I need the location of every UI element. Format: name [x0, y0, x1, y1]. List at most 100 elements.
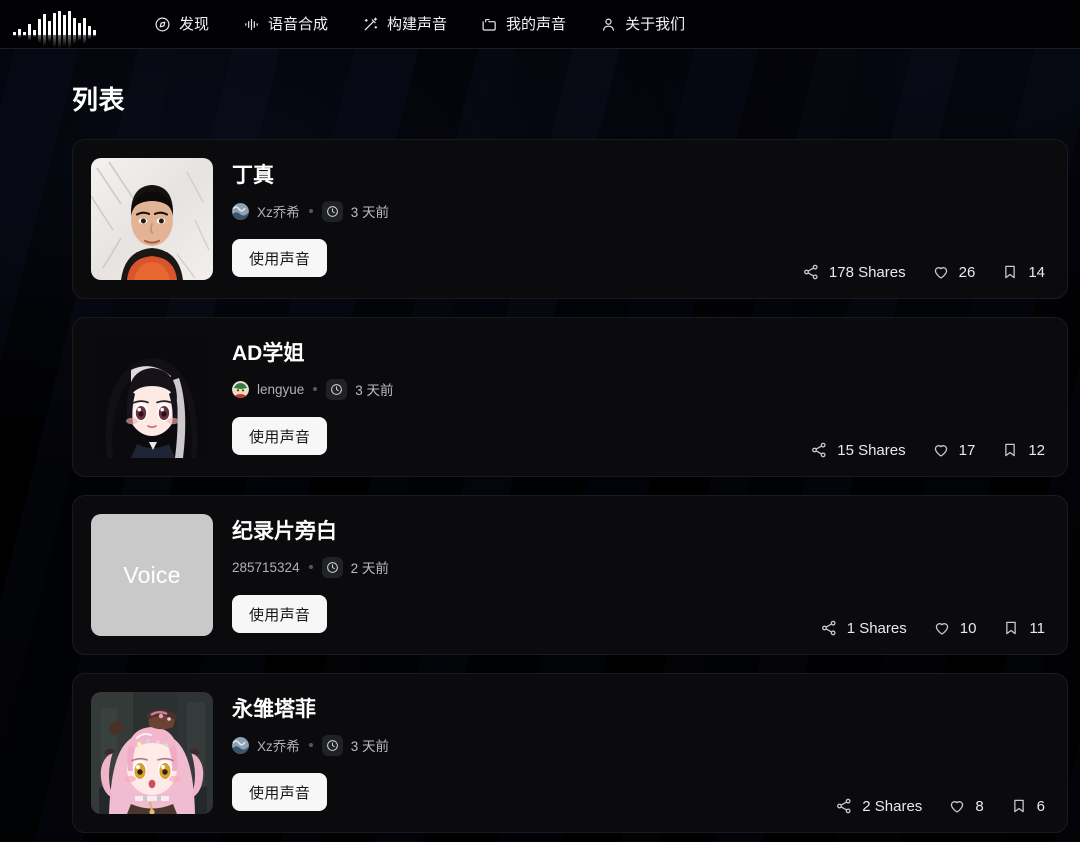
heart-icon [932, 441, 950, 459]
logo-bar [57, 10, 61, 48]
save-count: 11 [1029, 619, 1045, 637]
like-stat[interactable]: 8 [948, 797, 984, 815]
save-stat[interactable]: 6 [1010, 797, 1045, 815]
nav-item-discover[interactable]: 发现 [137, 10, 226, 39]
use-voice-button[interactable]: 使用声音 [232, 417, 328, 456]
separator-dot [308, 209, 313, 214]
voice-meta: lengyue 3 天前 [232, 378, 1047, 400]
logo-bar [67, 10, 71, 48]
nav-item-build-voice[interactable]: 构建声音 [345, 10, 464, 39]
share-nodes-icon [820, 619, 838, 637]
nav-item-label: 语音合成 [268, 15, 329, 33]
voice-stats: 15 Shares 17 12 [810, 441, 1045, 459]
published-time: 2 天前 [350, 561, 389, 577]
main-nav: 发现 语音合成 构建声音 我的声音 关于我们 [137, 10, 702, 39]
separator-dot [308, 565, 313, 570]
author-name: lengyue [257, 381, 305, 397]
voice-card-body: 丁真 Xz乔希 3 天前 使用声音 [213, 158, 1047, 278]
share-count: 15 Shares [837, 441, 906, 459]
author-avatar [232, 736, 249, 754]
share-stat[interactable]: 2 Shares [835, 797, 922, 815]
logo-bar [52, 12, 56, 47]
voice-meta: 285715324 2 天前 [232, 556, 1047, 578]
nav-item-my-voices[interactable]: 我的声音 [464, 10, 583, 39]
share-stat[interactable]: 178 Shares [802, 263, 906, 281]
clock-icon [321, 200, 343, 222]
folder-icon [481, 16, 498, 33]
heart-icon [933, 619, 951, 637]
magic-wand-icon [362, 16, 379, 33]
logo-bar [22, 31, 26, 37]
separator-dot [313, 387, 318, 392]
nav-item-label: 发现 [179, 15, 210, 33]
logo-bar [92, 29, 96, 38]
voice-stats: 178 Shares 26 14 [802, 263, 1045, 281]
voice-thumbnail[interactable] [91, 336, 213, 458]
share-stat[interactable]: 15 Shares [810, 441, 906, 459]
save-stat[interactable]: 11 [1002, 619, 1045, 637]
share-count: 2 Shares [862, 797, 923, 815]
logo-bar [17, 28, 21, 38]
share-nodes-icon [810, 441, 828, 459]
save-count: 6 [1036, 797, 1045, 815]
like-count: 8 [975, 797, 984, 815]
voice-card[interactable]: 丁真 Xz乔希 3 天前 使用声音 178 Shares 26 14 [72, 139, 1068, 299]
logo-bar [42, 13, 46, 47]
save-stat[interactable]: 14 [1001, 263, 1045, 281]
use-voice-button[interactable]: 使用声音 [232, 773, 328, 812]
author-name: 285715324 [232, 559, 300, 575]
logo-bar [47, 20, 51, 43]
nav-item-about-us[interactable]: 关于我们 [583, 10, 702, 39]
voice-title: AD学姐 [232, 342, 305, 365]
use-voice-button[interactable]: 使用声音 [232, 239, 328, 278]
published-time: 3 天前 [355, 383, 394, 399]
nav-item-label: 我的声音 [506, 15, 567, 33]
user-icon [600, 16, 617, 33]
use-voice-button[interactable]: 使用声音 [232, 595, 328, 634]
bookmark-icon [1001, 441, 1019, 459]
voice-thumbnail[interactable] [91, 692, 213, 814]
heart-icon [948, 797, 966, 815]
voice-card[interactable]: AD学姐 lengyue 3 天前 使用声音 15 Shares 17 12 [72, 317, 1068, 477]
voice-stats: 1 Shares 10 11 [820, 619, 1045, 637]
published-time: 3 天前 [350, 205, 390, 221]
heart-icon [932, 263, 950, 281]
voice-title: 纪录片旁白 [232, 520, 337, 543]
like-count: 17 [958, 441, 976, 459]
logo-bar [12, 31, 16, 37]
voice-card[interactable]: 永雏塔菲 Xz乔希 3 天前 使用声音 2 Shares 8 6 [72, 673, 1068, 833]
bookmark-icon [1010, 797, 1028, 815]
save-stat[interactable]: 12 [1001, 441, 1045, 459]
portrait-photo [91, 158, 213, 280]
like-stat[interactable]: 26 [932, 263, 975, 281]
share-nodes-icon [802, 263, 820, 281]
share-stat[interactable]: 1 Shares [820, 619, 907, 637]
clock-icon [326, 378, 348, 400]
like-stat[interactable]: 10 [933, 619, 976, 637]
bookmark-icon [1002, 619, 1020, 637]
logo-bar [27, 23, 31, 41]
separator-dot [308, 743, 313, 748]
share-count: 178 Shares [828, 263, 906, 281]
clock-icon [321, 734, 343, 756]
voice-card[interactable]: Voice 纪录片旁白 285715324 2 天前 使用声音 1 Shares… [72, 495, 1068, 655]
share-nodes-icon [835, 797, 853, 815]
logo-bar [87, 25, 91, 40]
voice-meta: Xz乔希 3 天前 [232, 734, 1047, 756]
voice-title: 丁真 [232, 164, 274, 187]
voice-thumbnail-placeholder[interactable]: Voice [91, 514, 213, 636]
page-title: 列表 [72, 85, 126, 115]
voice-card-list: 丁真 Xz乔希 3 天前 使用声音 178 Shares 26 14 AD学姐 … [72, 139, 1068, 833]
like-stat[interactable]: 17 [932, 441, 976, 459]
published-time: 3 天前 [350, 739, 390, 755]
voice-card-body: 永雏塔菲 Xz乔希 3 天前 使用声音 [213, 692, 1047, 812]
waveform-logo[interactable] [8, 0, 100, 49]
voice-thumbnail[interactable] [91, 158, 213, 280]
voice-stats: 2 Shares 8 6 [835, 797, 1045, 815]
voice-card-body: AD学姐 lengyue 3 天前 使用声音 [213, 336, 1047, 456]
logo-bar [82, 17, 86, 44]
anime-portrait [91, 692, 213, 814]
logo-bar [32, 29, 36, 38]
voice-meta: Xz乔希 3 天前 [232, 200, 1047, 222]
nav-item-speech-synthesis[interactable]: 语音合成 [226, 10, 345, 39]
